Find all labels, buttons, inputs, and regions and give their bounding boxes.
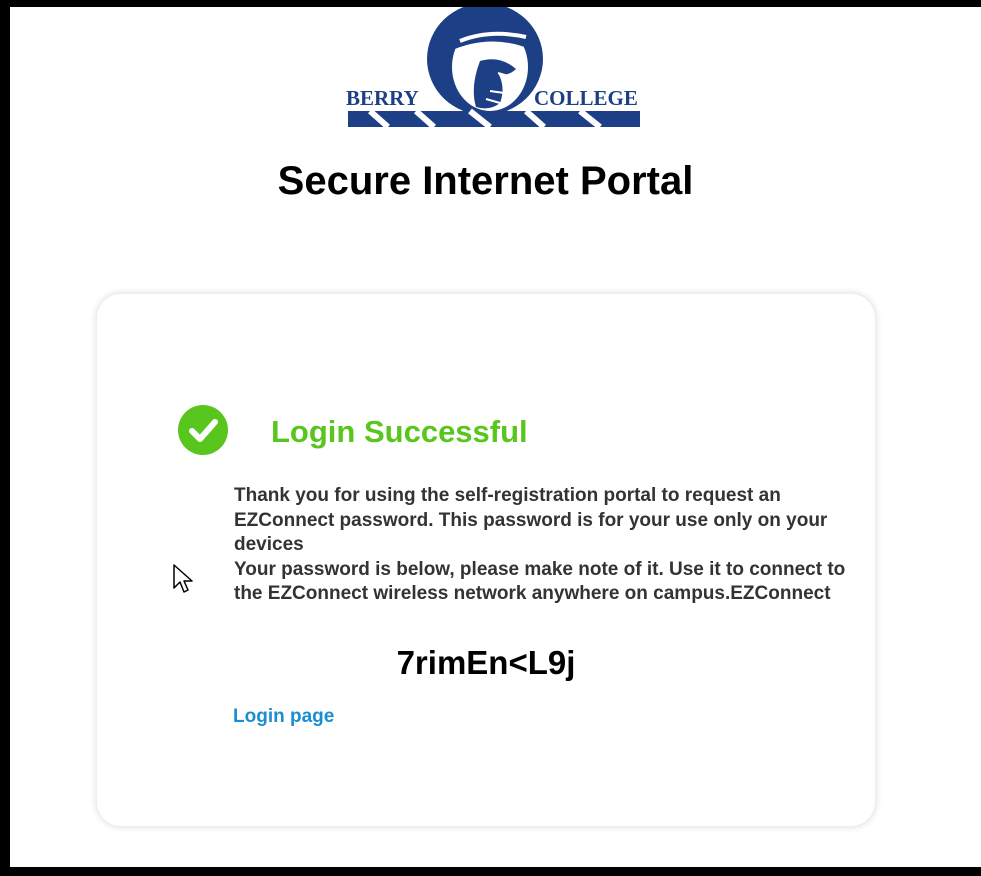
page-title: Secure Internet Portal xyxy=(277,159,694,203)
success-message: Thank you for using the self-registratio… xyxy=(234,484,854,607)
berry-college-vikings-logo: BERRY COLLEGE xyxy=(330,7,640,127)
logo-word-berry: BERRY xyxy=(346,86,419,110)
login-page-link[interactable]: Login page xyxy=(233,706,334,728)
logo-word-college: COLLEGE xyxy=(534,86,638,110)
message-paragraph-2: Your password is below, please make note… xyxy=(234,558,846,605)
login-result-card: Login Successful Thank you for using the… xyxy=(97,294,875,826)
check-circle-icon xyxy=(178,405,228,455)
generated-password: 7rimEn<L9j xyxy=(396,644,576,681)
status-heading: Login Successful xyxy=(271,414,528,449)
mouse-pointer-icon xyxy=(173,564,193,593)
portal-page: BERRY COLLEGE Secure Internet Portal Log… xyxy=(10,7,981,867)
message-paragraph-1: Thank you for using the self-registratio… xyxy=(234,485,828,555)
